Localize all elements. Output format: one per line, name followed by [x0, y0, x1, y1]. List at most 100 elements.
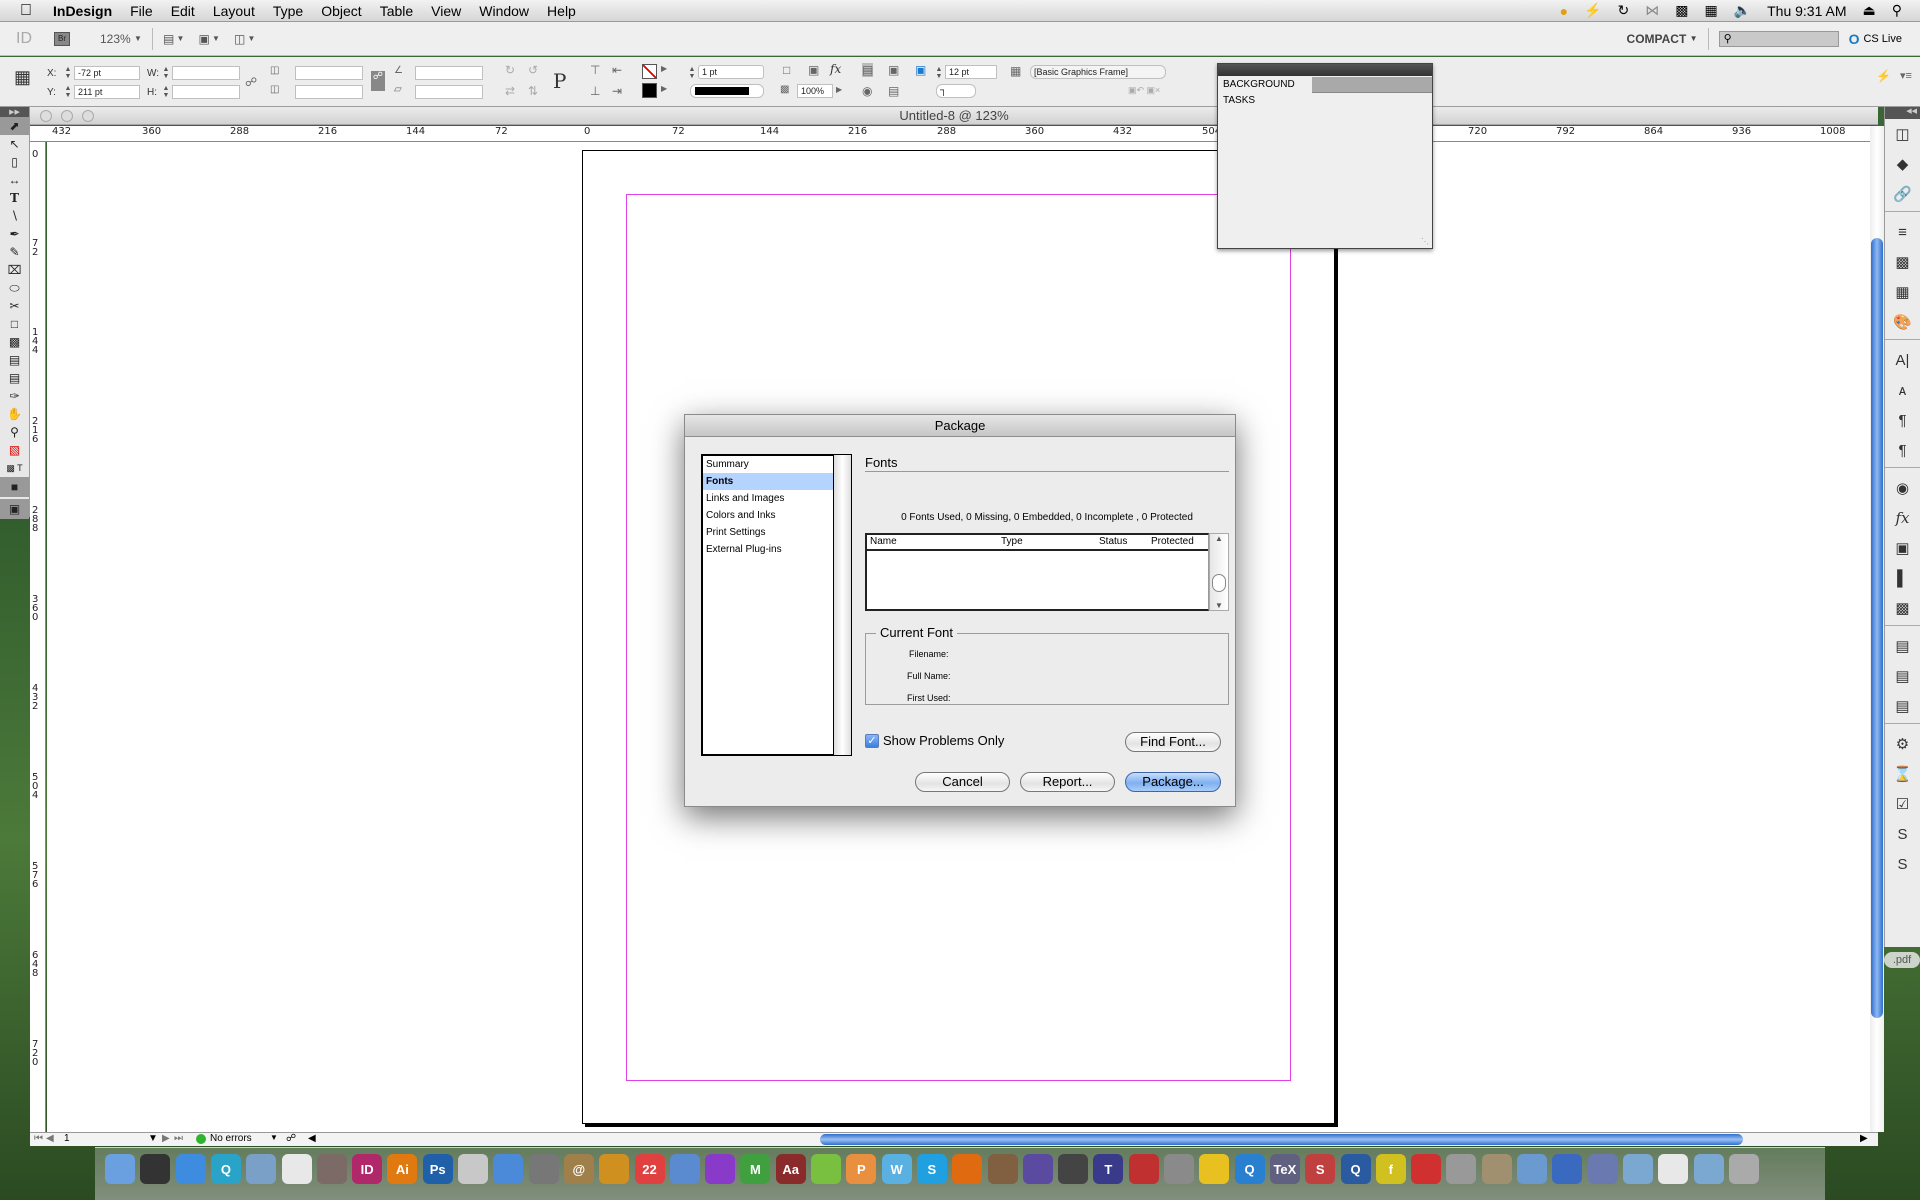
- volume-icon[interactable]: 🔈: [1734, 2, 1751, 19]
- help-search-input[interactable]: ⚲: [1718, 30, 1839, 47]
- clear-overrides-icon[interactable]: ▣↶ ▣×: [1128, 85, 1160, 96]
- dock-acrobat-pro-icon[interactable]: [316, 1154, 347, 1184]
- dock-document-icon[interactable]: [1658, 1154, 1689, 1184]
- dock-folder-docs-icon[interactable]: [1693, 1154, 1724, 1184]
- zoom-level-select[interactable]: 123% ▼: [100, 29, 142, 49]
- dock-app-q-icon[interactable]: Q: [210, 1154, 241, 1184]
- open-document-button[interactable]: ☍: [286, 1133, 296, 1144]
- dock-cyberduck-icon[interactable]: [1199, 1154, 1230, 1184]
- table-panel-icon[interactable]: ▤: [1885, 631, 1920, 661]
- corner-shape-select[interactable]: ┐: [936, 84, 976, 98]
- x-stepper[interactable]: ▲ ▼: [64, 66, 72, 80]
- dock-hp-icon[interactable]: [1517, 1154, 1547, 1184]
- height-field[interactable]: [172, 85, 240, 99]
- text-wrap-shape-icon[interactable]: ◉: [862, 84, 872, 98]
- vertical-ruler[interactable]: 0 72 144 216 288 360 432 504 576 648 720: [30, 142, 46, 1132]
- scroll-down-icon[interactable]: ▼: [1210, 601, 1228, 610]
- dock-app-f-icon[interactable]: f: [1375, 1154, 1406, 1184]
- table-styles-panel-icon[interactable]: ▤: [1885, 661, 1920, 691]
- y-position-field[interactable]: 211 pt: [74, 85, 140, 99]
- layers-panel-icon[interactable]: ◆: [1885, 149, 1920, 179]
- category-summary[interactable]: Summary: [703, 456, 833, 473]
- character-panel-icon[interactable]: A|: [1885, 345, 1920, 375]
- character-styles-panel-icon[interactable]: ᴀ: [1885, 375, 1920, 405]
- show-problems-only-checkbox[interactable]: ✓ Show Problems Only: [865, 733, 1004, 748]
- scroll-up-icon[interactable]: ▲: [1210, 534, 1228, 543]
- dock-calculator-icon[interactable]: [1446, 1154, 1477, 1184]
- selection-tool-icon[interactable]: ⬈: [0, 117, 29, 135]
- hyperlinks-panel-icon[interactable]: ⌛: [1885, 759, 1920, 789]
- horizontal-ruler[interactable]: 432 360 288 216 144 72 0 72 144 216 288 …: [30, 126, 1880, 142]
- effects-panel-icon[interactable]: fx: [1885, 503, 1920, 533]
- stroke-weight-stepper[interactable]: ▲ ▼: [688, 66, 696, 80]
- dock-trash-icon[interactable]: [1728, 1154, 1759, 1184]
- category-colors-and-inks[interactable]: Colors and Inks: [703, 507, 833, 524]
- dock-itunes-icon[interactable]: [493, 1154, 524, 1184]
- flip-vertical-icon[interactable]: ⇅: [528, 84, 538, 98]
- dock-app-orange-icon[interactable]: P: [846, 1154, 877, 1184]
- gradient-swatch-tool-icon[interactable]: ▩: [0, 333, 29, 351]
- select-next-icon[interactable]: ⇥: [612, 84, 622, 98]
- scroll-right-icon[interactable]: ▶: [1860, 1133, 1868, 1144]
- y-stepper[interactable]: ▲ ▼: [64, 85, 72, 99]
- direct-selection-tool-icon[interactable]: ↖: [0, 135, 29, 153]
- pencil-tool-icon[interactable]: ✎: [0, 243, 29, 261]
- cancel-button[interactable]: Cancel: [915, 772, 1010, 792]
- category-list[interactable]: Summary Fonts Links and Images Colors an…: [701, 454, 835, 756]
- previous-page-icon[interactable]: ◀: [46, 1133, 54, 1144]
- column-header-name[interactable]: Name: [867, 535, 1001, 549]
- dock-app-radio-icon[interactable]: [1552, 1154, 1583, 1184]
- menu-window[interactable]: Window: [470, 0, 538, 22]
- corner-size-stepper[interactable]: ▲ ▼: [935, 66, 943, 80]
- dock-clapper-icon[interactable]: [1058, 1154, 1089, 1184]
- corner-size-field[interactable]: 12 pt: [945, 65, 997, 79]
- gradient-panel-icon[interactable]: ▩: [1885, 247, 1920, 277]
- width-field[interactable]: [172, 66, 240, 80]
- dock-app-w-icon[interactable]: W: [881, 1154, 912, 1184]
- menu-app-name[interactable]: InDesign: [44, 0, 121, 22]
- stroke-swatch-icon[interactable]: [642, 83, 657, 98]
- column-header-protected[interactable]: Protected: [1151, 535, 1207, 549]
- cs-live-label[interactable]: CS Live: [1863, 33, 1902, 45]
- menu-type[interactable]: Type: [264, 0, 312, 22]
- menu-edit[interactable]: Edit: [162, 0, 204, 22]
- dock-folder-apps-icon[interactable]: [1622, 1154, 1653, 1184]
- dock-dashboard-icon[interactable]: [140, 1154, 171, 1184]
- dock-photoshop-icon[interactable]: Ps: [422, 1154, 453, 1184]
- select-content-icon[interactable]: ⊥: [590, 84, 600, 98]
- zoom-tool-icon[interactable]: ⚲: [0, 423, 29, 441]
- dock-firefox-icon[interactable]: [952, 1154, 983, 1184]
- script-label-panel-icon[interactable]: S: [1885, 849, 1920, 879]
- dock-app-lime-icon[interactable]: [811, 1154, 841, 1184]
- report-button[interactable]: Report...: [1020, 772, 1115, 792]
- dock-app-purple-icon[interactable]: [705, 1154, 736, 1184]
- pathfinder-panel-icon[interactable]: ▩: [1885, 593, 1920, 623]
- opacity-field[interactable]: 100%: [797, 84, 833, 98]
- default-fill-stroke-icon[interactable]: ▩ T: [0, 459, 29, 477]
- clock[interactable]: Thu 9:31 AM: [1767, 3, 1846, 19]
- gap-tool-icon[interactable]: ↔: [0, 171, 29, 189]
- preflight-menu-chevron-icon[interactable]: ▼: [270, 1133, 278, 1142]
- category-links-and-images[interactable]: Links and Images: [703, 490, 833, 507]
- paragraph-styles-panel-icon[interactable]: ¶: [1885, 435, 1920, 465]
- dock-mail-icon[interactable]: [246, 1154, 277, 1184]
- dock-app-pro-icon[interactable]: S: [1305, 1154, 1336, 1184]
- horizontal-scroll-thumb[interactable]: [820, 1134, 1743, 1145]
- h-stepper[interactable]: ▲ ▼: [162, 85, 170, 99]
- dock-tex-icon[interactable]: TeX: [1269, 1154, 1300, 1184]
- panel-header[interactable]: [1218, 64, 1432, 76]
- dock-app-t-icon[interactable]: T: [1093, 1154, 1124, 1184]
- menu-file[interactable]: File: [121, 0, 162, 22]
- dock-address-book-icon[interactable]: @: [563, 1154, 594, 1184]
- minimize-window-button[interactable]: [61, 110, 73, 122]
- next-page-icon[interactable]: ▶: [162, 1133, 170, 1144]
- dock-collapse-icon[interactable]: ◀◀: [1885, 107, 1920, 119]
- select-container-icon[interactable]: ⊤: [590, 63, 600, 77]
- panel-collapse-icon[interactable]: ▶▶: [0, 107, 29, 117]
- first-page-icon[interactable]: ⏮: [34, 1133, 43, 1144]
- dock-imovie-icon[interactable]: [1164, 1154, 1194, 1184]
- dock-skype-icon[interactable]: S: [916, 1154, 947, 1184]
- preflight-panel-icon[interactable]: ☑: [1885, 789, 1920, 819]
- object-styles-panel-icon[interactable]: ◉: [1885, 473, 1920, 503]
- vertical-scroll-thumb[interactable]: [1871, 238, 1883, 1018]
